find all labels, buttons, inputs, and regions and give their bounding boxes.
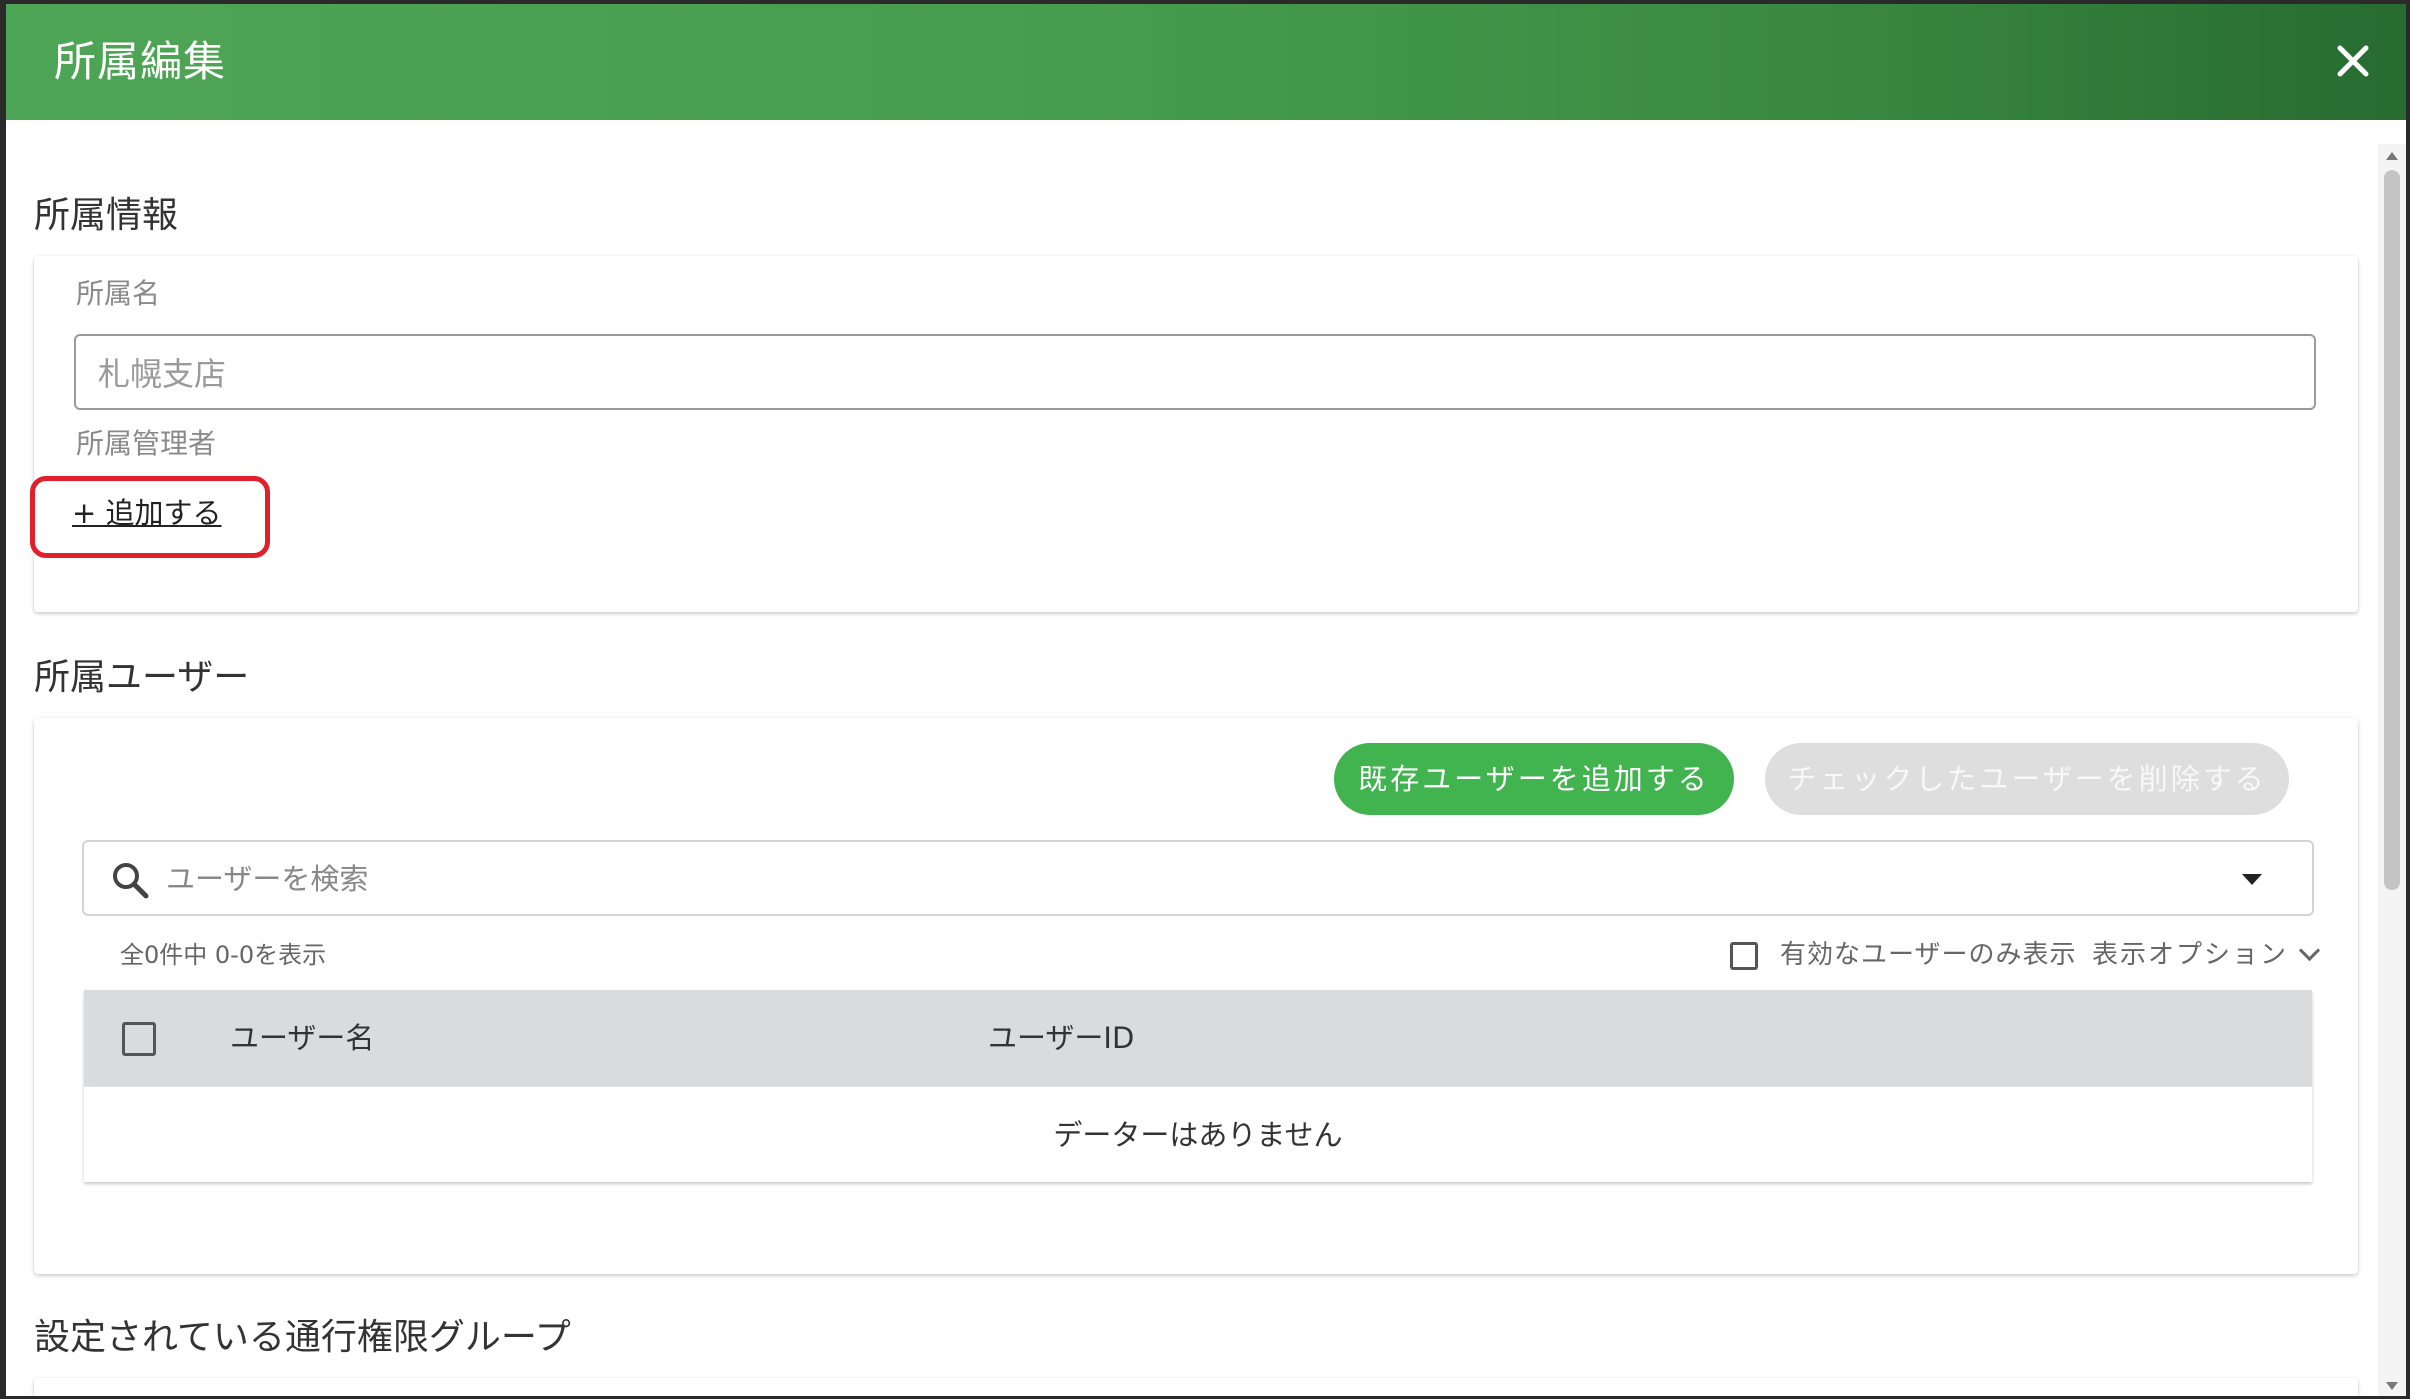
delete-checked-users-button: チェックしたユーザーを削除する xyxy=(1765,743,2289,815)
column-header-user-name[interactable]: ユーザー名 xyxy=(230,990,374,1086)
close-button[interactable] xyxy=(2330,38,2376,84)
column-header-user-id[interactable]: ユーザーID xyxy=(988,990,1134,1086)
affiliation-info-card: 所属名 所属管理者 + 追加する xyxy=(34,256,2358,612)
result-count-text: 全0件中 0-0を表示 xyxy=(120,941,327,969)
affiliation-edit-dialog: 所属編集 所属情報 所属名 所属管理者 + 追加する 所属ユーザー 既存ユーザー… xyxy=(6,4,2406,1396)
scroll-up-arrow-icon[interactable] xyxy=(2386,152,2398,160)
active-only-checkbox[interactable] xyxy=(1730,942,1758,970)
affiliation-manager-label: 所属管理者 xyxy=(76,427,217,460)
users-table: ユーザー名 ユーザーID データーはありません xyxy=(84,990,2312,1182)
affiliation-users-card: 既存ユーザーを追加する チェックしたユーザーを削除する 全0件中 0-0を表示 … xyxy=(34,718,2358,1274)
add-existing-user-button[interactable]: 既存ユーザーを追加する xyxy=(1334,743,1734,815)
search-icon xyxy=(113,863,149,899)
scroll-down-arrow-icon[interactable] xyxy=(2386,1382,2398,1390)
user-search-box xyxy=(82,840,2314,916)
affiliation-users-section-title: 所属ユーザー xyxy=(34,657,250,698)
add-manager-link[interactable]: + 追加する xyxy=(72,494,222,532)
affiliation-name-label: 所属名 xyxy=(76,277,161,310)
display-options-label: 表示オプション xyxy=(2092,940,2289,970)
display-options-toggle[interactable]: 表示オプション xyxy=(2092,938,2321,972)
search-dropdown-caret-icon[interactable] xyxy=(2242,874,2262,885)
dialog-header: 所属編集 xyxy=(6,4,2406,120)
users-table-header: ユーザー名 ユーザーID xyxy=(84,990,2312,1086)
dialog-content: 所属情報 所属名 所属管理者 + 追加する 所属ユーザー 既存ユーザーを追加する… xyxy=(6,120,2378,1396)
chevron-down-icon xyxy=(2298,939,2321,962)
empty-table-message: データーはありません xyxy=(84,1086,2312,1183)
vertical-scrollbar[interactable] xyxy=(2378,144,2406,1396)
user-search-input[interactable] xyxy=(164,842,2218,916)
access-groups-card xyxy=(34,1378,2358,1396)
affiliation-info-section-title: 所属情報 xyxy=(34,195,179,236)
dialog-title: 所属編集 xyxy=(54,37,227,86)
scroll-thumb[interactable] xyxy=(2384,170,2400,890)
affiliation-name-input[interactable] xyxy=(74,334,2316,410)
select-all-checkbox[interactable] xyxy=(122,1022,156,1056)
access-groups-section-title: 設定されている通行権限グループ xyxy=(34,1317,571,1358)
active-only-label: 有効なユーザーのみ表示 xyxy=(1780,940,2077,970)
close-icon xyxy=(2337,45,2369,77)
